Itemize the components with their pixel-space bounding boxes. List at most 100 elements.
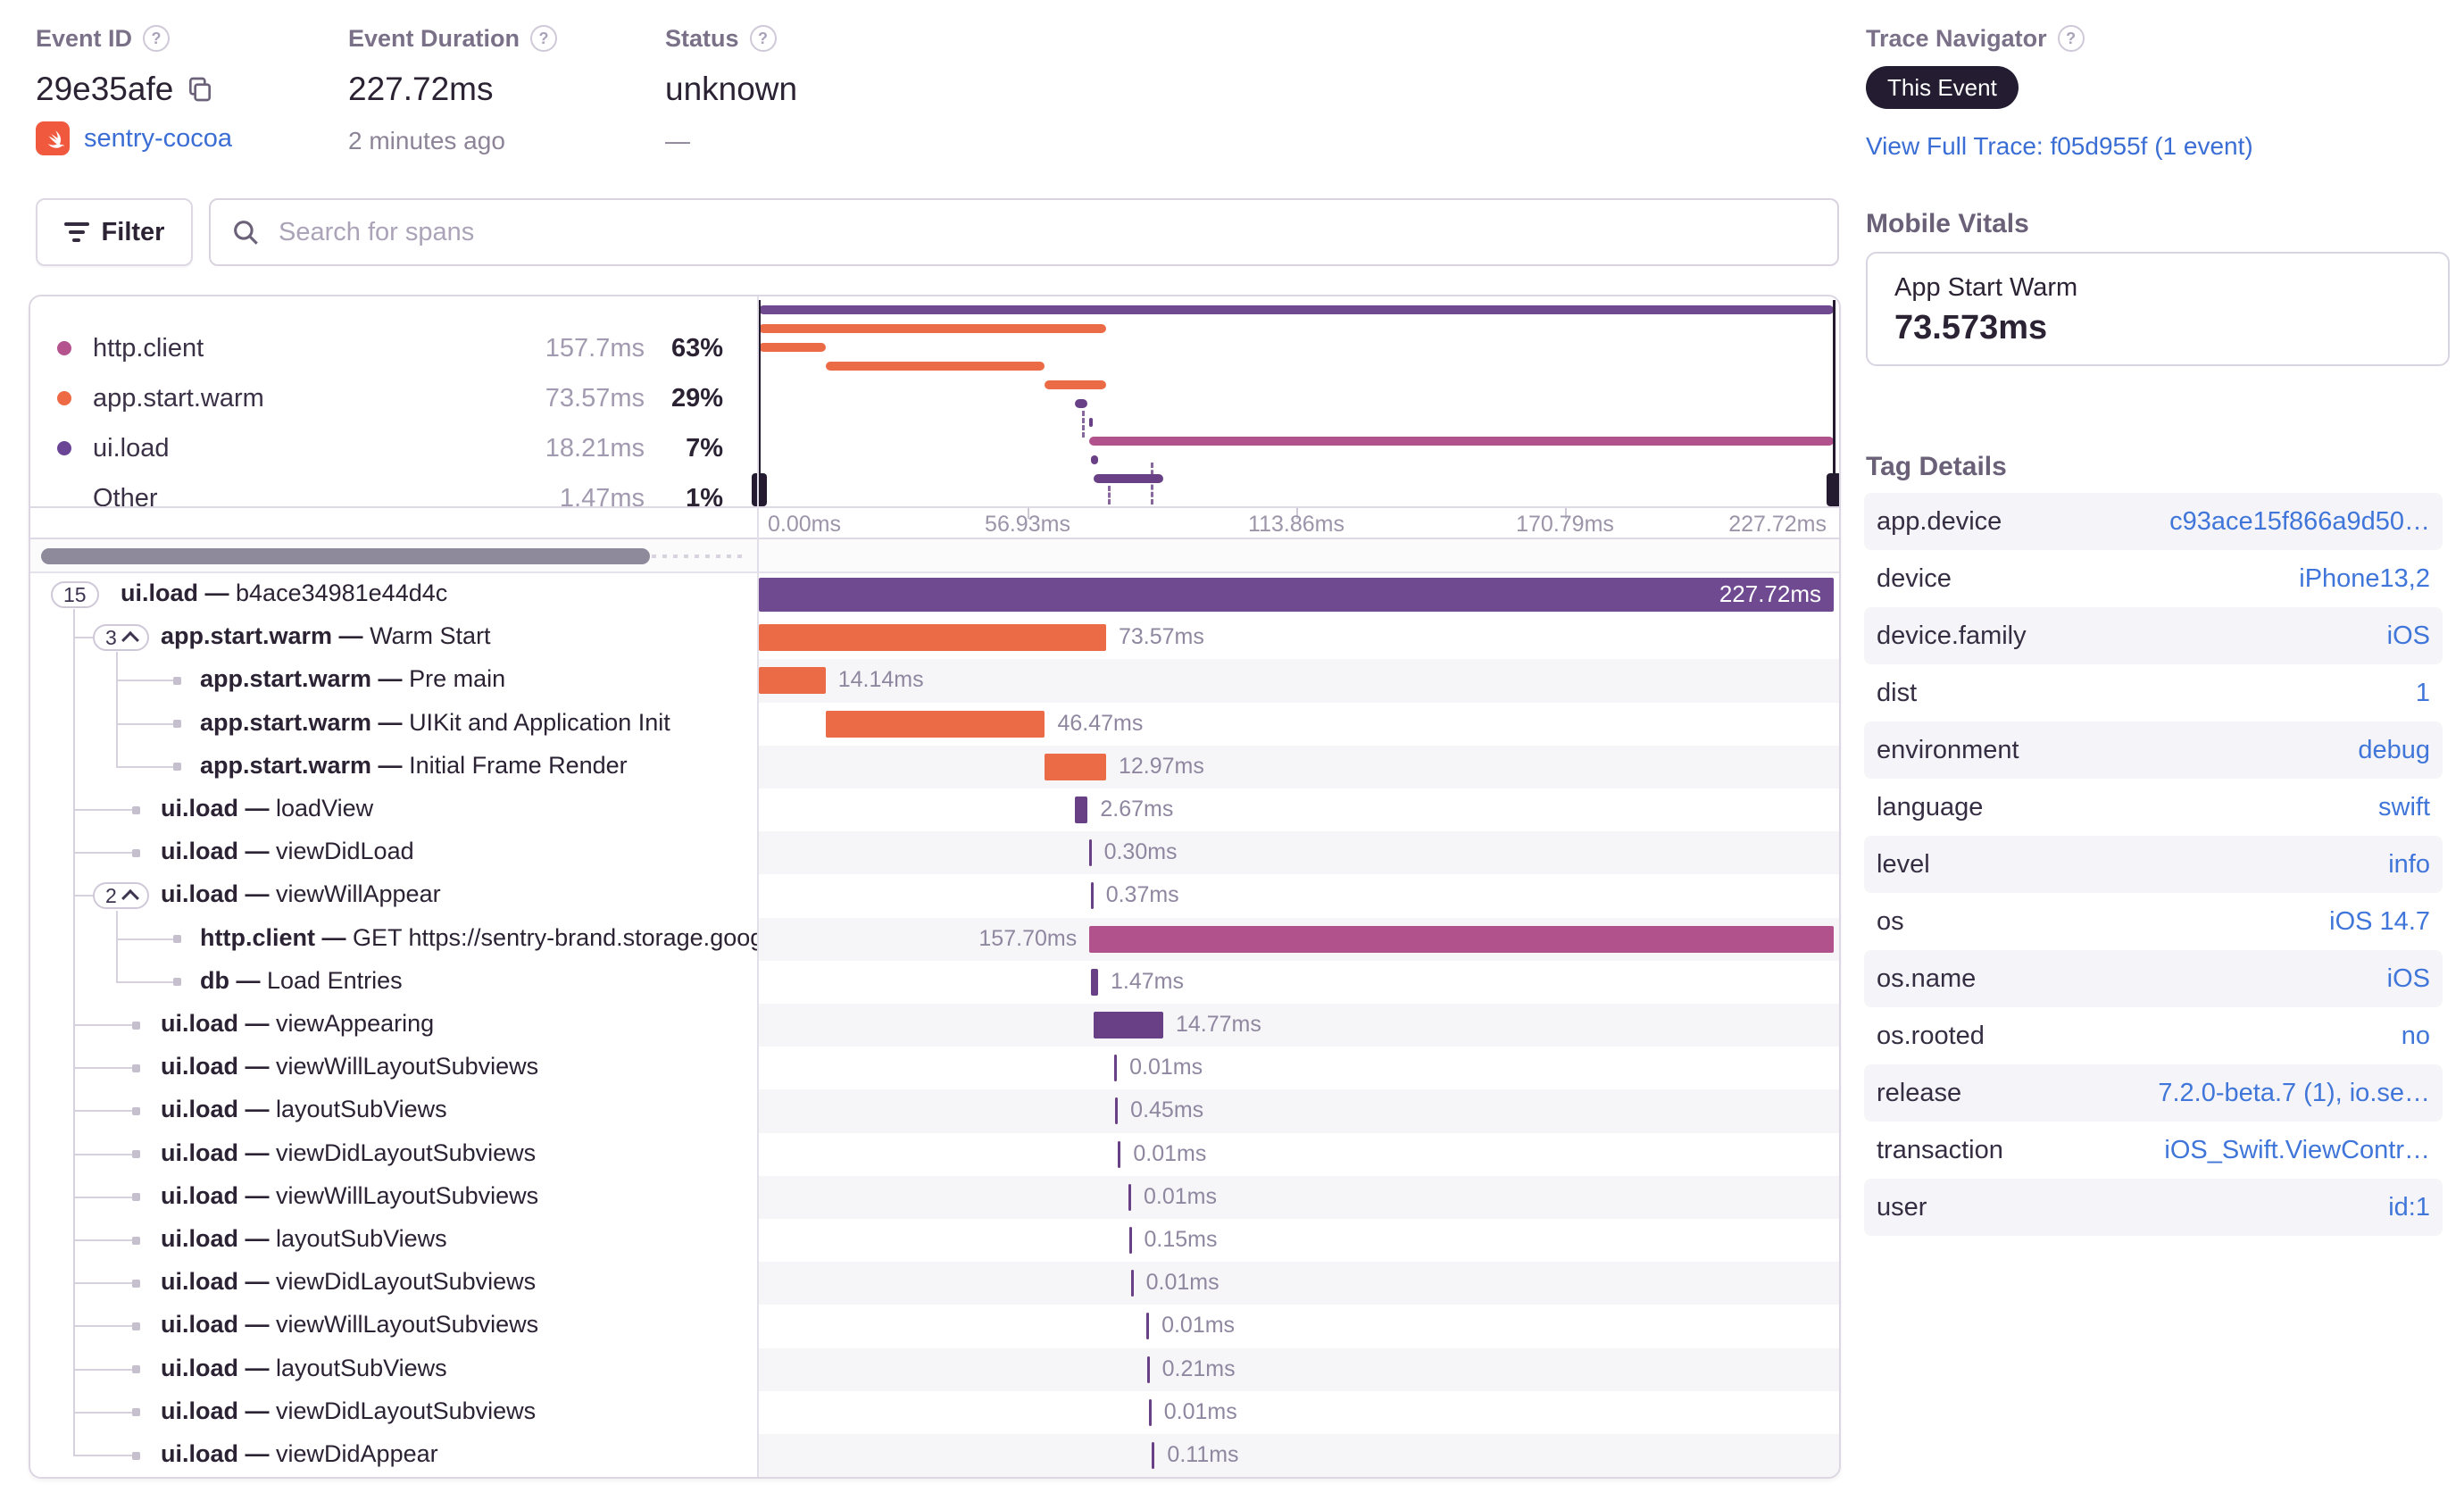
view-full-trace-link[interactable]: View Full Trace: f05d955f (1 event) [1866,132,2253,161]
breakdown-row[interactable]: app.start.warm 73.57ms 29% [30,373,757,423]
span-waterfall-panel: http.client 157.7ms 63% app.start.warm 73.57… [29,295,1841,1479]
search-input[interactable] [277,216,1818,248]
tag-value-link[interactable]: c93ace15f866a9d50… [2169,493,2430,550]
row-background [757,1347,1839,1391]
span-row[interactable]: ui.load — layoutSubViews 0.21ms [30,1347,1839,1391]
span-description: viewWillLayoutSubviews [276,1181,539,1209]
op-name: http.client [93,333,204,363]
tree-connector-dot [132,1279,140,1288]
minimap-span-bar [1091,455,1098,464]
minimap-connector-dash [1108,486,1111,505]
tag-value-link[interactable]: iPhone13,2 [2299,550,2430,607]
span-row[interactable]: http.client — GET https://sentry-brand.s… [30,917,1839,961]
help-icon[interactable]: ? [2057,25,2085,52]
span-label: ui.load — loadView [161,795,373,822]
span-label: ui.load — viewDidLoad [161,838,414,865]
span-row[interactable]: ui.load — viewDidLayoutSubviews 0.01ms [30,1133,1839,1176]
op-duration: 157.7ms [545,333,645,363]
help-icon[interactable]: ? [143,25,171,52]
span-row[interactable]: app.start.warm — Pre main 14.14ms [30,659,1839,703]
event-duration-relative: 2 minutes ago [348,127,505,154]
span-duration-label: 2.67ms [1100,797,1174,822]
tag-key: app.device [1877,506,2002,536]
span-row[interactable]: ui.load — viewDidLoad 0.30ms [30,831,1839,875]
tag-key: language [1877,792,1984,822]
span-tree-cell: db — Load Entries [30,961,757,1004]
copy-icon[interactable] [186,75,214,104]
tag-value-link[interactable]: 7.2.0-beta.7 (1), io.se… [2158,1064,2430,1122]
span-tree-cell: ui.load — layoutSubViews [30,1219,757,1262]
span-row[interactable]: app.start.warm — UIKit and Application I… [30,703,1839,746]
tag-value-link[interactable]: swift [2378,779,2430,836]
children-count: 15 [63,582,87,606]
span-children-badge[interactable]: 3 [93,624,149,652]
tree-connector-dot [132,1408,140,1417]
span-row[interactable]: 2 ui.load — viewWillAppear 0.37ms [30,874,1839,917]
span-row[interactable]: ui.load — viewDidLayoutSubviews 0.01ms [30,1262,1839,1305]
span-row[interactable]: ui.load — layoutSubViews 0.45ms [30,1089,1839,1133]
tag-value-link[interactable]: info [2388,836,2430,893]
span-duration-bar [1088,839,1092,867]
span-children-badge[interactable]: 15 [51,581,99,609]
axis-tick-label: 113.86ms [1248,512,1344,537]
span-duration-label: 0.01ms [1133,1140,1207,1166]
tag-value-link[interactable]: iOS [2387,950,2430,1007]
tag-value-link[interactable]: no [2402,1007,2430,1064]
span-description: viewDidAppear [276,1440,438,1468]
span-row[interactable]: 3 app.start.warm — Warm Start 73.57ms [30,616,1839,659]
scrollbar-thumb[interactable] [41,548,650,564]
this-event-badge[interactable]: This Event [1866,66,2019,109]
project-link[interactable]: sentry-cocoa [84,124,232,154]
tag-value-link[interactable]: iOS 14.7 [2329,893,2430,950]
tag-value-link[interactable]: iOS_Swift.ViewContr… [2164,1122,2430,1179]
span-row[interactable]: ui.load — viewDidLayoutSubviews 0.01ms [30,1391,1839,1434]
tag-value-link[interactable]: 1 [2416,664,2430,721]
span-row[interactable]: ui.load — viewDidAppear 0.11ms [30,1434,1839,1477]
tag-key: os [1877,906,1904,936]
span-description: layoutSubViews [276,1096,447,1123]
span-duration-label: 1.47ms [1110,968,1184,994]
span-row[interactable]: ui.load — viewWillLayoutSubviews 0.01ms [30,1175,1839,1219]
span-op: db — [200,966,267,994]
span-duration-label: 0.30ms [1103,839,1178,865]
tag-value-link[interactable]: iOS [2387,607,2430,664]
span-duration-label: 0.01ms [1145,1270,1220,1296]
breakdown-row[interactable]: ui.load 18.21ms 7% [30,423,757,473]
span-children-badge[interactable]: 2 [93,882,149,910]
span-duration-bar [1128,1183,1131,1211]
span-op: ui.load — [161,1440,277,1468]
span-row[interactable]: ui.load — viewAppearing 14.77ms [30,1004,1839,1047]
span-label: ui.load — viewAppearing [161,1010,434,1038]
help-icon[interactable]: ? [530,25,558,52]
tag-value-link[interactable]: id:1 [2388,1179,2430,1236]
minimap-span-bar [825,362,1045,371]
tree-connector [73,1411,136,1414]
span-label: ui.load — viewDidAppear [161,1440,438,1468]
minimap-drag-handle-left[interactable] [752,473,767,506]
span-tree-cell: 2 ui.load — viewWillAppear [30,874,757,917]
span-duration-label: 14.14ms [837,667,924,693]
span-row[interactable]: app.start.warm — Initial Frame Render 12.… [30,745,1839,788]
tag-value-link[interactable]: debug [2358,721,2430,779]
tree-connector-dot [132,805,140,814]
span-row[interactable]: ui.load — viewWillLayoutSubviews 0.01ms [30,1047,1839,1089]
span-tree-cell: 3 app.start.warm — Warm Start [30,616,757,659]
span-row[interactable]: 15 ui.load — b4ace34981e44d4c 227.72ms [30,573,1839,616]
panel-divider[interactable] [757,296,759,1477]
minimap-span-bar [759,324,1106,333]
vital-value: 73.573ms [1894,309,2048,346]
span-description: layoutSubViews [276,1354,447,1381]
span-label: ui.load — viewWillLayoutSubviews [161,1182,538,1210]
span-row[interactable]: ui.load — viewWillLayoutSubviews 0.01ms [30,1305,1839,1347]
span-duration-label: 14.77ms [1175,1012,1261,1038]
span-op: ui.load — [161,1053,277,1080]
help-icon[interactable]: ? [749,25,777,52]
filter-button[interactable]: Filter [36,198,193,266]
span-row[interactable]: ui.load — layoutSubViews 0.15ms [30,1219,1839,1262]
span-row[interactable]: db — Load Entries 1.47ms [30,961,1839,1004]
minimap-drag-handle-right[interactable] [1827,473,1839,506]
op-color-dot [57,391,71,405]
op-percentage: 63% [670,333,723,363]
span-row[interactable]: ui.load — loadView 2.67ms [30,788,1839,831]
breakdown-row[interactable]: http.client 157.7ms 63% [30,323,757,373]
